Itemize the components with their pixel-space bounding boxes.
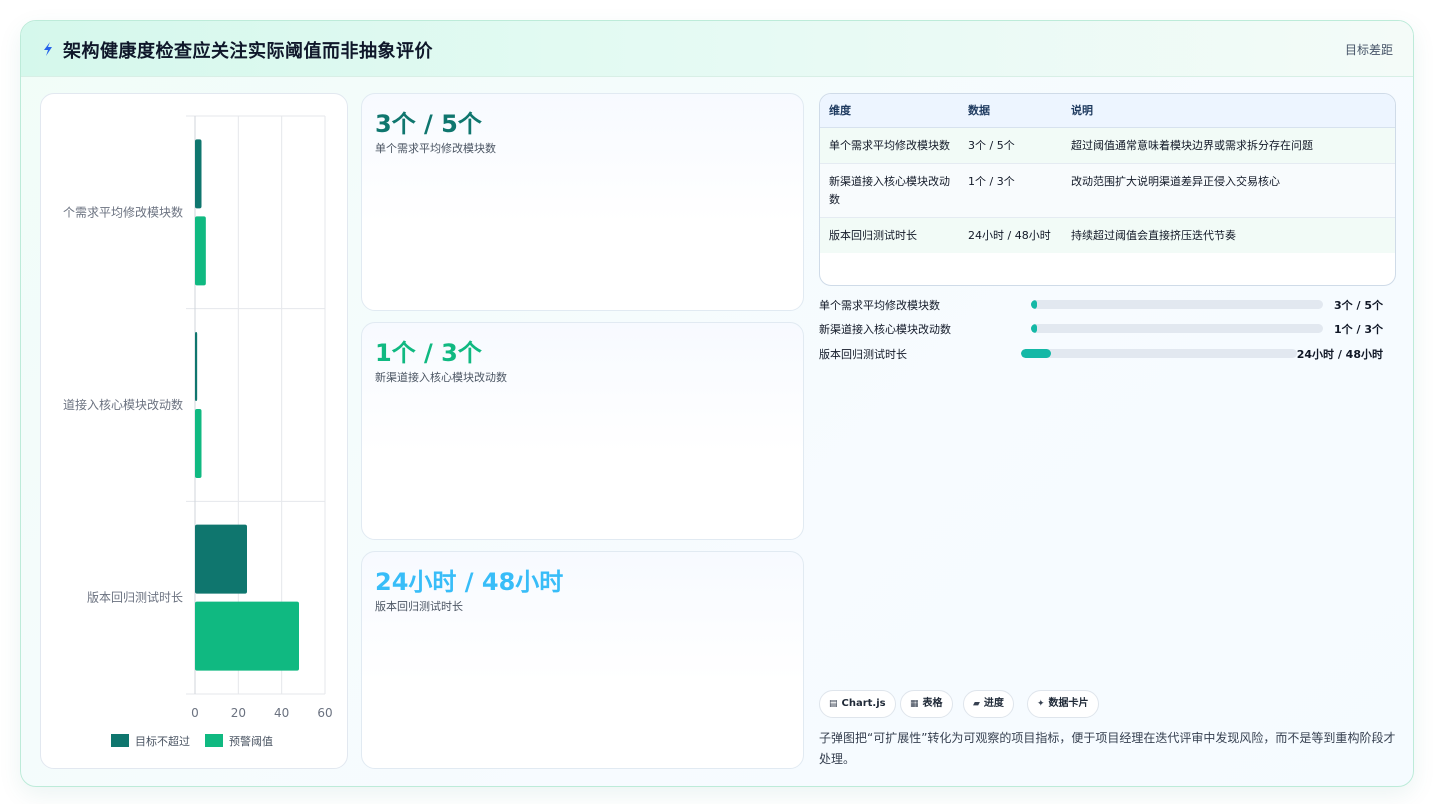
progress-fill — [1021, 349, 1052, 358]
table-cell: 持续超过阈值会直接挤压迭代节奏 — [1062, 217, 1395, 253]
bar-1 — [195, 601, 299, 671]
bar-1 — [195, 409, 202, 478]
page-title: 架构健康度检查应关注实际阈值而非抽象评价 — [63, 41, 433, 62]
progress-row: 版本回归测试时长 24小时 / 48小时 — [819, 345, 1397, 363]
table-cell: 1个 / 3个 — [959, 163, 1062, 218]
table-row: 新渠道接入核心模块改动数 1个 / 3个 改动范围扩大说明渠道差异正侵入交易核心 — [820, 163, 1395, 218]
bar-1 — [195, 216, 206, 286]
progress-value: 24小时 / 48小时 — [1296, 348, 1383, 361]
table-header: 说明 — [1062, 94, 1395, 128]
bar-0 — [195, 524, 247, 594]
tag-label: 数据卡片 — [1048, 698, 1089, 709]
tick-label: 40 — [274, 706, 289, 720]
table-header-row: 维度 数据 说明 — [820, 94, 1395, 128]
progress-value: 3个 / 5个 — [1334, 299, 1383, 312]
metric-card-channel: 1个 / 3个 新渠道接入核心模块改动数 — [361, 322, 804, 540]
progress-fill — [1031, 300, 1037, 309]
chart-note: 子弹图把“可扩展性”转化为可观察的项目指标，便于项目经理在迭代评审中发现风险，而… — [819, 731, 1396, 766]
table-icon: ▦ — [910, 699, 919, 709]
tick-label: 0 — [191, 706, 199, 720]
progress-icon: ▰ — [973, 699, 980, 709]
card-value: 1个 / 3个 — [375, 339, 482, 367]
tag-label: 表格 — [922, 698, 943, 709]
tag-progress[interactable]: ▰ 进度 — [963, 690, 1014, 718]
table-cell: 版本回归测试时长 — [820, 217, 959, 253]
tag-chartjs[interactable]: ▤ Chart.js — [819, 690, 896, 718]
progress-label: 新渠道接入核心模块改动数 — [819, 323, 951, 336]
metric-card-modules: 3个 / 5个 单个需求平均修改模块数 — [361, 93, 804, 311]
card-label: 单个需求平均修改模块数 — [375, 142, 496, 155]
table-row: 单个需求平均修改模块数 3个 / 5个 超过阈值通常意味着模块边界或需求拆分存在… — [820, 127, 1395, 164]
tick-label: 20 — [231, 706, 246, 720]
gap-label: 目标差距 — [1344, 43, 1393, 57]
tag-label: Chart.js — [841, 698, 886, 709]
progress-label: 单个需求平均修改模块数 — [819, 299, 940, 312]
legend-label: 预警阈值 — [229, 734, 273, 748]
legend-label: 目标不超过 — [135, 734, 190, 748]
card-label: 版本回归测试时长 — [375, 600, 463, 613]
sparkle-icon: ✦ — [1037, 699, 1045, 709]
legend-swatch — [205, 734, 223, 747]
table-cell: 3个 / 5个 — [959, 127, 1062, 164]
table-cell: 单个需求平均修改模块数 — [820, 127, 959, 164]
chart-panel: 个需求平均修改模块数 道接入核心模块改动数版本回归测试时长 0 20 40 60 目标不超过… — [40, 93, 348, 769]
table-cell: 新渠道接入核心模块改动数 — [820, 163, 959, 218]
card-value: 3个 / 5个 — [375, 110, 482, 138]
lightning-icon — [44, 42, 52, 56]
progress-label: 版本回归测试时长 — [819, 348, 907, 361]
header: 架构健康度检查应关注实际阈值而非抽象评价 目标差距 — [21, 21, 1413, 77]
category-label: 个需求平均修改模块数 — [63, 204, 183, 219]
tick-label: 60 — [317, 706, 332, 720]
tag-label: 进度 — [983, 698, 1004, 709]
tag-data-card[interactable]: ✦ 数据卡片 — [1027, 690, 1099, 718]
category-label: 版本回归测试时长 — [87, 590, 183, 605]
table-cell: 改动范围扩大说明渠道差异正侵入交易核心 — [1062, 163, 1395, 218]
table-cell: 24小时 / 48小时 — [959, 217, 1062, 253]
bar-chart: 个需求平均修改模块数道接入核心模块改动数版本回归测试时长 0 20 40 60 目标不超过… — [63, 115, 333, 748]
table-header: 数据 — [959, 94, 1062, 128]
card-value: 24小时 / 48小时 — [375, 568, 564, 596]
legend-swatch — [111, 734, 129, 747]
card-label: 新渠道接入核心模块改动数 — [375, 371, 507, 384]
metrics-table: 维度 数据 说明 单个需求平均修改模块数 3个 / 5个 超过阈值通常意味着模块… — [819, 93, 1396, 286]
chart-icon: ▤ — [829, 699, 838, 709]
dashboard-frame: 架构健康度检查应关注实际阈值而非抽象评价 目标差距 个需求平均修改模块数 道接入核… — [20, 20, 1414, 787]
table-cell: 超过阈值通常意味着模块边界或需求拆分存在问题 — [1062, 127, 1395, 164]
metric-card-regression: 24小时 / 48小时 版本回归测试时长 — [361, 551, 804, 769]
progress-track — [1031, 300, 1323, 309]
bar-0 — [195, 139, 202, 209]
table-row: 版本回归测试时长 24小时 / 48小时 持续超过阈值会直接挤压迭代节奏 — [820, 217, 1395, 253]
bar-0 — [195, 332, 198, 401]
progress-row: 单个需求平均修改模块数 3个 / 5个 — [819, 296, 1397, 314]
progress-track — [1031, 324, 1323, 333]
tag-table[interactable]: ▦ 表格 — [900, 690, 953, 718]
progress-value: 1个 / 3个 — [1334, 323, 1383, 336]
progress-row: 新渠道接入核心模块改动数 1个 / 3个 — [819, 320, 1397, 338]
category-label: 道接入核心模块改动数 — [63, 397, 183, 412]
table-header: 维度 — [820, 94, 959, 128]
progress-fill — [1031, 324, 1037, 333]
progress-track — [1021, 349, 1297, 358]
